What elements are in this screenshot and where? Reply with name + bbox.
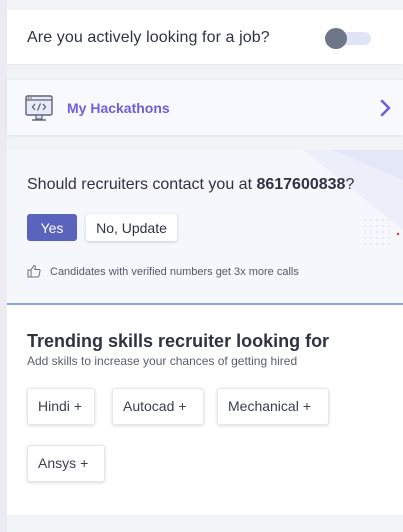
skill-chip-hindi[interactable]: Hindi +: [27, 388, 95, 425]
my-hackathons-link[interactable]: My Hackathons: [7, 79, 403, 135]
contact-question: Should recruiters contact you at 8617600…: [27, 176, 354, 194]
no-update-button[interactable]: No, Update: [86, 214, 177, 241]
recruiter-contact-card: Should recruiters contact you at 8617600…: [7, 150, 403, 305]
trending-skills-section: Trending skills recruiter looking for Ad…: [7, 305, 403, 515]
contact-question-prefix: Should recruiters contact you at: [27, 176, 257, 193]
decorative-background: [303, 150, 403, 245]
yes-button[interactable]: Yes: [27, 214, 77, 241]
phone-number: 8617600838: [256, 176, 346, 193]
skill-chip-label: Ansys: [38, 455, 77, 471]
contact-question-suffix: ?: [345, 176, 355, 193]
skill-chip-label: Autocad: [123, 398, 175, 414]
job-seeking-card: Are you actively looking for a job?: [7, 10, 403, 64]
chevron-right-icon[interactable]: [379, 98, 393, 118]
skill-chip-autocad[interactable]: Autocad +: [112, 388, 204, 425]
job-seeking-toggle[interactable]: [325, 28, 371, 49]
skill-chip-mechanical[interactable]: Mechanical +: [217, 388, 329, 425]
verified-hint: Candidates with verified numbers get 3x …: [50, 266, 299, 278]
skills-subtitle: Add skills to increase your chances of g…: [27, 354, 298, 368]
thumbs-up-icon: [27, 264, 41, 278]
profile-page: Are you actively looking for a job? My H…: [0, 0, 403, 532]
bottom-strip: [7, 515, 403, 532]
skill-chip-ansys[interactable]: Ansys +: [27, 445, 105, 482]
add-icon: +: [302, 398, 312, 414]
skill-chip-label: Hindi: [38, 398, 70, 414]
toggle-knob: [325, 28, 347, 49]
job-seeking-question: Are you actively looking for a job?: [27, 29, 270, 46]
add-icon: +: [80, 455, 89, 471]
skills-title: Trending skills recruiter looking for: [27, 331, 330, 351]
code-monitor-icon: [23, 93, 55, 125]
skill-chip-label: Mechanical: [228, 398, 299, 414]
add-icon: +: [73, 398, 83, 414]
add-icon: +: [178, 398, 187, 414]
hackathons-label: My Hackathons: [67, 100, 170, 116]
left-rail: [0, 0, 7, 532]
